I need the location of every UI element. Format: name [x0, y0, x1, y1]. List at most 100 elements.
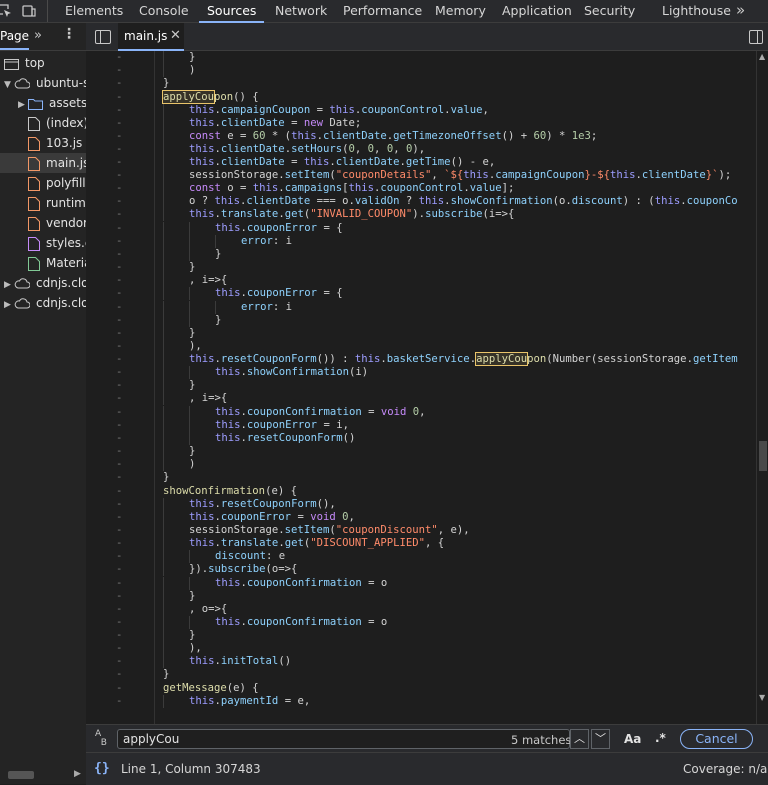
code-line: -}: [116, 248, 222, 261]
code-line: - this.initTotal(): [116, 655, 292, 668]
line-marker: -: [116, 642, 123, 654]
indent-guide: [163, 537, 164, 550]
tree-item-103js[interactable]: 103.js: [28, 133, 82, 153]
cancel-button[interactable]: Cancel: [680, 729, 753, 749]
previous-match-button[interactable]: ︿: [570, 729, 589, 749]
match-case-button[interactable]: Aa: [624, 732, 641, 746]
tree-item-label: main.js: [46, 156, 87, 170]
device-toolbar-icon[interactable]: [22, 4, 36, 18]
css-file-icon: [28, 236, 40, 251]
toggle-debugger-icon[interactable]: [749, 30, 763, 44]
more-tabs-icon[interactable]: »: [736, 0, 750, 22]
collapse-triangle-icon[interactable]: ▶: [4, 295, 14, 315]
navigator-horizontal-scrollbar[interactable]: ▶: [0, 767, 86, 781]
tree-item-label: 103.js: [46, 136, 83, 150]
line-marker: -: [116, 340, 123, 352]
replace-toggle-icon[interactable]: A B: [95, 730, 107, 748]
indent-guide: [189, 366, 190, 379]
scrollbar-thumb[interactable]: [8, 771, 34, 779]
indent-guide: [215, 301, 216, 314]
close-icon[interactable]: ✕: [170, 28, 181, 43]
collapse-triangle-icon[interactable]: ▶: [18, 95, 28, 115]
tree-item-runtime[interactable]: runtime: [28, 193, 86, 213]
line-marker: -: [116, 248, 123, 260]
line-marker: -: [116, 392, 123, 404]
tree-item-material[interactable]: Materia: [28, 253, 86, 273]
code-view[interactable]: -} -) -} - applyCoupon() { - this.campaign…: [86, 51, 756, 729]
chevron-down-icon: ﹀: [595, 732, 606, 745]
code-line: - this.resetCouponForm()) : this.basketSe…: [116, 352, 738, 366]
inspect-element-icon[interactable]: [0, 4, 12, 18]
tree-item-index[interactable]: (index): [28, 113, 86, 133]
tab-lighthouse[interactable]: Lighthouse: [662, 0, 731, 22]
tab-network[interactable]: Network: [275, 0, 327, 22]
tab-application[interactable]: Application: [502, 0, 572, 22]
indent-guide: [163, 287, 164, 300]
scroll-down-icon[interactable]: ▼: [759, 693, 765, 702]
tab-console[interactable]: Console: [139, 0, 189, 22]
code-line: - this.translate.get("INVALID_COUPON").su…: [116, 208, 515, 221]
scroll-right-icon[interactable]: ▶: [74, 769, 81, 779]
code-line: - this.couponConfirmation = o: [116, 577, 388, 590]
font-file-icon: [28, 256, 40, 271]
tree-item-label: cdnjs.clo: [36, 296, 87, 310]
code-line: - this.showConfirmation(i): [116, 366, 369, 379]
tree-item-polyfills[interactable]: polyfills: [28, 173, 86, 193]
line-marker: -: [116, 629, 123, 641]
tree-item-mainjs[interactable]: main.js: [0, 153, 86, 173]
regex-button[interactable]: .*: [655, 731, 666, 745]
cursor-position: Line 1, Column 307483: [121, 762, 261, 776]
indent-guide: [189, 577, 190, 590]
code-line: - this.resetCouponForm(): [116, 432, 356, 445]
indent-guide: [163, 235, 164, 248]
next-match-button[interactable]: ﹀: [591, 729, 610, 749]
tab-memory[interactable]: Memory: [435, 0, 486, 22]
folder-icon: [28, 98, 43, 110]
tree-item-cdnjs-1[interactable]: ▶ cdnjs.clo: [4, 273, 86, 295]
scrollbar-thumb[interactable]: [759, 441, 767, 471]
indent-guide: [189, 301, 190, 314]
indent-guide: [163, 524, 164, 537]
indent-guide: [163, 379, 164, 392]
scroll-up-icon[interactable]: ▲: [759, 52, 765, 61]
line-marker: -: [116, 563, 123, 575]
indent-guide: [163, 274, 164, 287]
more-navigator-tabs-icon[interactable]: »: [34, 28, 42, 43]
cloud-icon: [14, 278, 30, 289]
line-marker: -: [116, 485, 123, 497]
tree-item-assets[interactable]: ▶ assets/: [18, 93, 86, 115]
collapse-triangle-icon[interactable]: ▶: [4, 275, 14, 295]
line-marker: -: [116, 445, 123, 457]
indent-guide: [163, 616, 164, 629]
coverage-status[interactable]: Coverage: n/a: [683, 762, 767, 776]
tree-item-cdnjs-2[interactable]: ▶ cdnjs.clo: [4, 293, 87, 315]
editor-vertical-scrollbar[interactable]: ▲ ▼: [756, 51, 768, 729]
code-line: -}: [116, 51, 196, 64]
toggle-navigator-icon[interactable]: [95, 30, 111, 44]
tab-elements[interactable]: Elements: [65, 0, 123, 22]
expand-triangle-icon[interactable]: ▼: [4, 75, 14, 95]
tab-performance[interactable]: Performance: [343, 0, 422, 22]
indent-guide: [163, 577, 164, 590]
line-marker: -: [116, 550, 123, 562]
pretty-print-icon[interactable]: {}: [94, 761, 110, 776]
tree-item-vendor[interactable]: vendor: [28, 213, 86, 233]
indent-guide: [163, 64, 164, 77]
indent-guide: [163, 314, 164, 327]
tree-item-ubuntu[interactable]: ▼ ubuntu-se: [4, 73, 86, 95]
code-line: - this.couponConfirmation = o: [116, 616, 388, 629]
code-line: -),: [116, 642, 202, 655]
tab-security[interactable]: Security: [584, 0, 635, 22]
indent-guide: [163, 353, 164, 366]
line-marker: -: [116, 327, 123, 339]
tab-page[interactable]: Page: [0, 29, 30, 50]
line-marker: -: [116, 182, 123, 194]
indent-guide: [163, 511, 164, 524]
tree-item-top[interactable]: top: [4, 53, 45, 73]
tree-item-styles[interactable]: styles.c: [28, 233, 86, 253]
editor-tab-mainjs[interactable]: main.js ✕: [118, 23, 184, 51]
tab-sources[interactable]: Sources: [198, 0, 265, 23]
search-input[interactable]: [117, 729, 570, 749]
navigator-menu-icon[interactable]: ⋮: [62, 26, 76, 42]
indent-guide: [163, 301, 164, 314]
